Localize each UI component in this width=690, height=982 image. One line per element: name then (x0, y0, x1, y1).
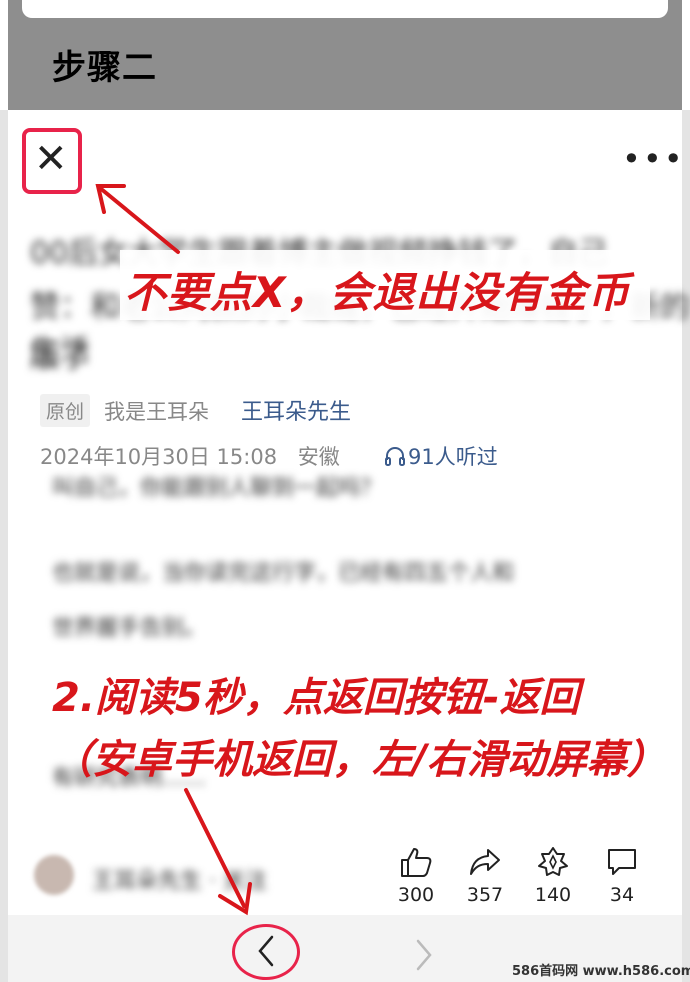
arrow-to-close (95, 184, 180, 254)
arrow-to-back (184, 788, 252, 916)
annotation-arrows (95, 184, 252, 916)
watermark: 586首码网 www.h586.com (512, 964, 690, 979)
